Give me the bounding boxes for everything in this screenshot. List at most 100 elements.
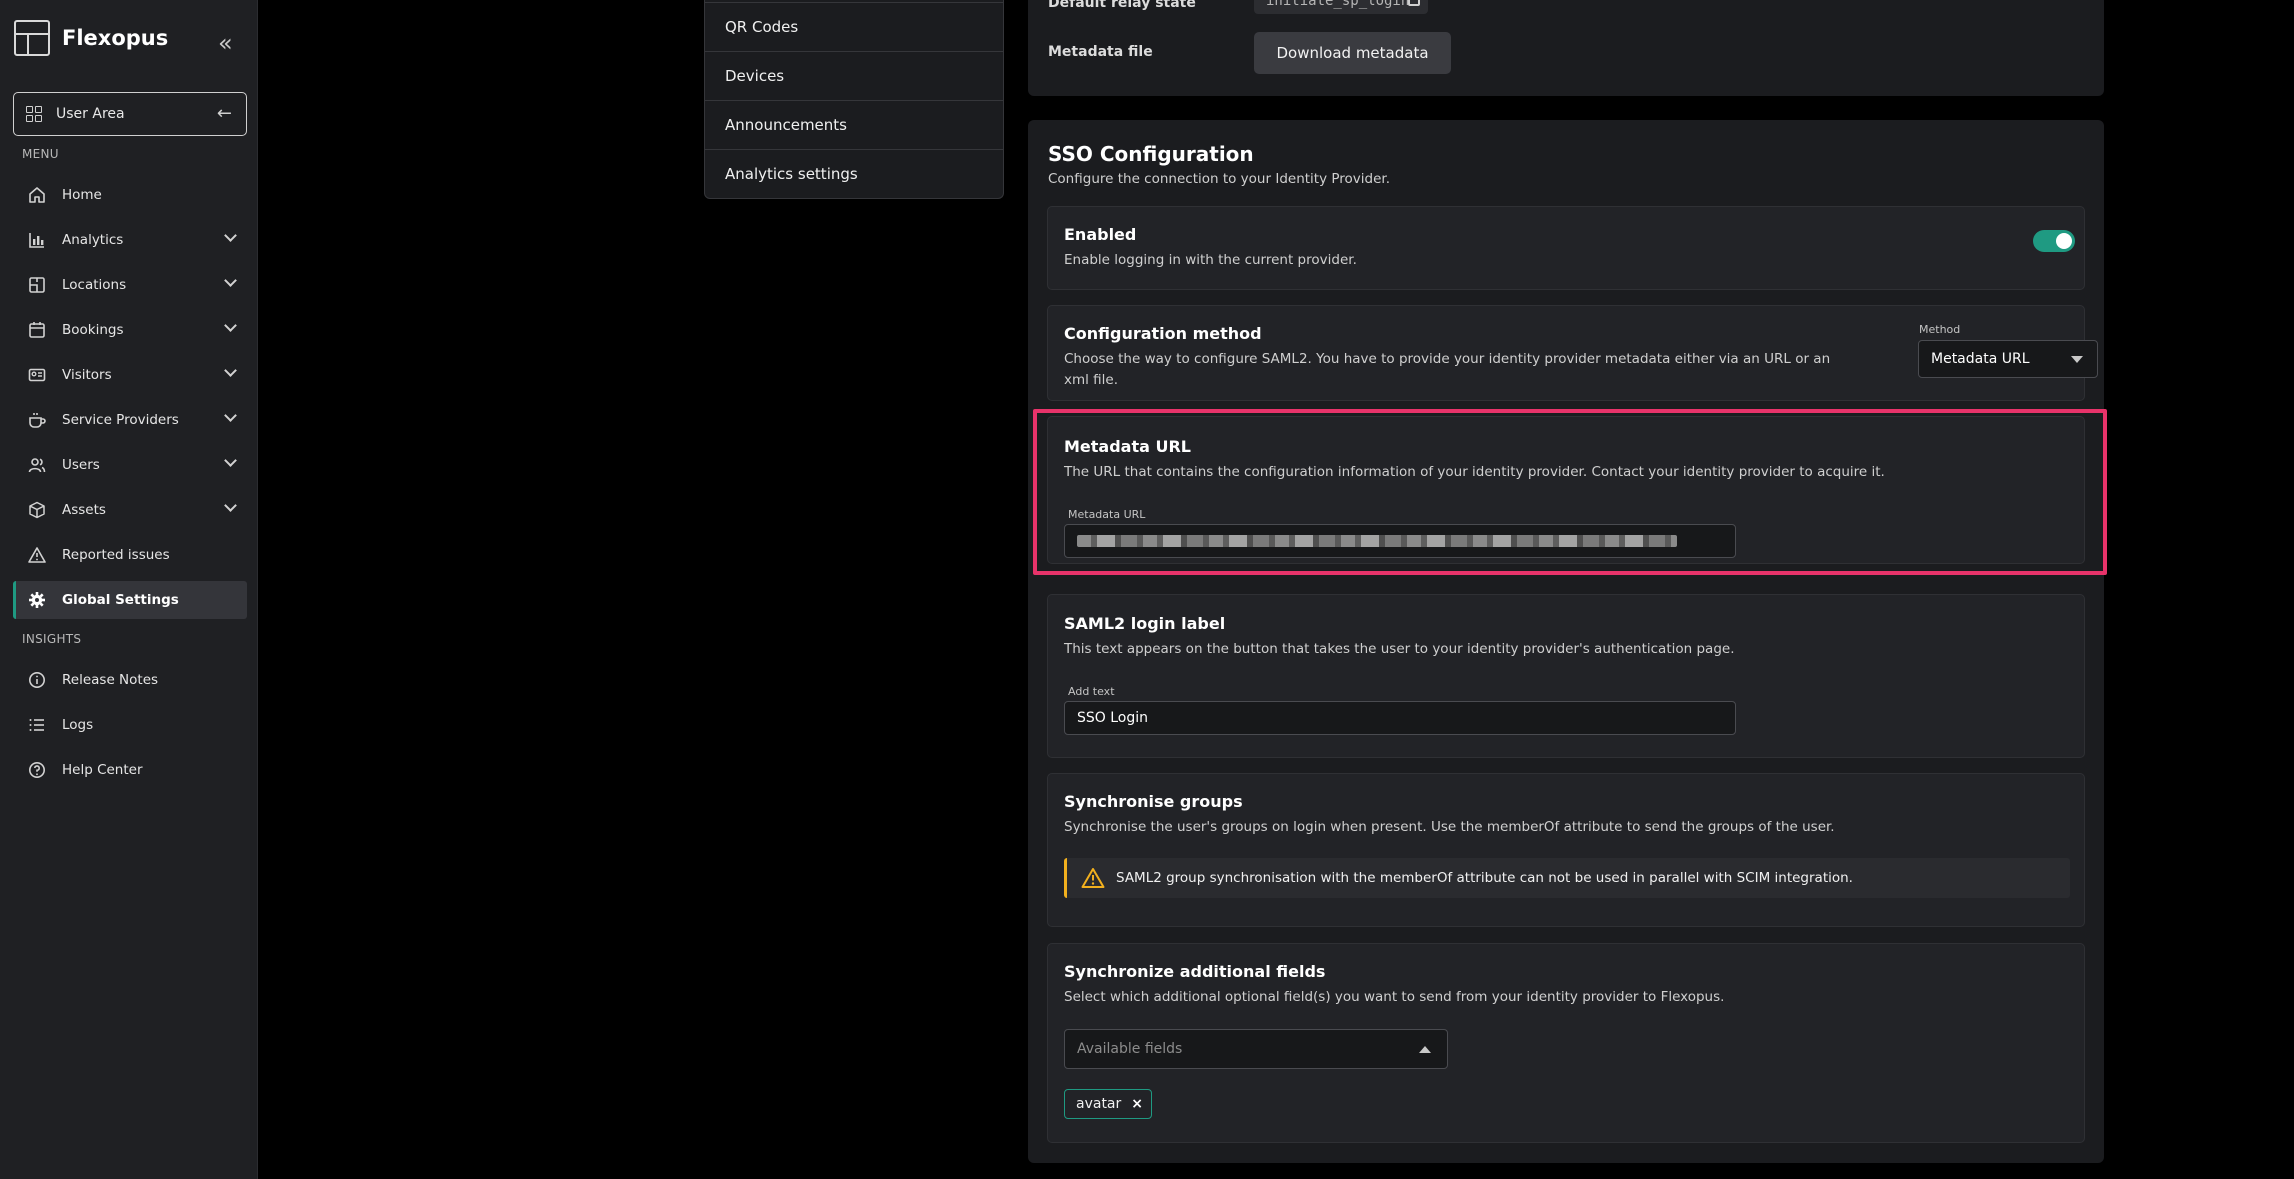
chip-remove-icon[interactable]: × [1131,1096,1143,1112]
enabled-title: Enabled [1064,225,1137,244]
sidebar-item-label: Analytics [62,232,124,248]
sidebar-item-bookings[interactable]: Bookings [13,311,247,349]
chevron-down-icon [224,454,237,467]
chevron-down-icon [224,409,237,422]
chevron-down-icon [224,229,237,242]
enabled-desc: Enable logging in with the current provi… [1064,252,1357,268]
synchronise-groups-desc: Synchronise the user's groups on login w… [1064,819,1835,835]
chevron-down-icon [224,499,237,512]
settings-submenu: QR Codes Devices Announcements Analytics… [704,0,1004,199]
configuration-method-card: Configuration method Choose the way to c… [1047,305,2098,401]
scim-warning-alert: SAML2 group synchronisation with the mem… [1064,858,2070,898]
toggle-knob [2056,233,2072,249]
sso-subtitle: Configure the connection to your Identit… [1048,171,1390,187]
user-area-label: User Area [56,106,125,122]
brand[interactable]: Flexopus [14,20,168,56]
bar-chart-icon [27,230,47,250]
sidebar-item-locations[interactable]: Locations [13,266,247,304]
gear-icon [27,590,47,610]
sidebar-item-help-center[interactable]: Help Center [13,751,247,789]
relay-state-text: initiate_sp_login [1266,0,1410,9]
chevron-down-icon [224,364,237,377]
sidebar-item-label: Global Settings [62,592,179,608]
box-icon [27,500,47,520]
coffee-icon [27,410,47,430]
arrow-left-icon: ← [216,103,232,124]
enabled-toggle[interactable] [2033,230,2075,252]
grid-icon [26,106,42,122]
brand-name: Flexopus [62,26,169,50]
saml2-login-label-title: SAML2 login label [1064,614,1226,633]
sidebar-item-label: Reported issues [62,547,170,563]
metadata-file-label: Metadata file [1048,44,1153,60]
sidebar-item-label: Logs [62,717,94,733]
synchronise-groups-title: Synchronise groups [1064,792,1243,811]
sidebar-item-release-notes[interactable]: Release Notes [13,661,247,699]
sidebar-item-service-providers[interactable]: Service Providers [13,401,247,439]
sidebar-item-logs[interactable]: Logs [13,706,247,744]
sidebar-item-reported-issues[interactable]: Reported issues [13,536,247,574]
calendar-icon [27,320,47,340]
configuration-method-desc: Choose the way to configure SAML2. You h… [1064,351,1831,388]
list-icon [27,715,47,735]
login-label-input[interactable]: SSO Login [1064,701,1736,735]
sp-metadata-panel: Default relay state initiate_sp_login Me… [1028,0,2104,96]
sidebar-item-assets[interactable]: Assets [13,491,247,529]
saml2-login-label-desc: This text appears on the button that tak… [1064,641,1735,657]
scim-warning-text: SAML2 group synchronisation with the mem… [1116,870,1853,886]
avatar-chip: avatar × [1064,1089,1153,1119]
sidebar-item-analytics[interactable]: Analytics [13,221,247,259]
method-select[interactable]: Metadata URL [1918,340,2098,378]
sidebar-item-label: Bookings [62,322,124,338]
user-area-button[interactable]: User Area ← [13,92,247,136]
caret-down-icon [2071,356,2083,363]
sidebar-item-label: Visitors [62,367,112,383]
map-icon [27,275,47,295]
chevron-down-icon [224,319,237,332]
submenu-item-devices[interactable]: Devices [705,51,1003,100]
caret-up-icon [1419,1046,1431,1053]
id-card-icon [27,365,47,385]
sidebar-item-global-settings[interactable]: Global Settings [13,581,247,619]
submenu-item-analytics-settings[interactable]: Analytics settings [705,149,1003,198]
submenu-item-qr-codes[interactable]: QR Codes [705,2,1003,51]
sidebar-item-visitors[interactable]: Visitors [13,356,247,394]
warning-triangle-icon [1081,868,1105,888]
sidebar-item-label: Locations [62,277,127,293]
sidebar-item-label: Service Providers [62,412,179,428]
add-text-label: Add text [1068,685,1115,698]
configuration-method-title: Configuration method [1064,324,1262,343]
help-icon [27,760,47,780]
info-icon [27,670,47,690]
relay-state-label: Default relay state [1048,0,1196,11]
warning-icon [27,545,47,565]
sidebar: Flexopus « User Area ← MENU Home Analyti… [0,0,258,1179]
sidebar-item-label: Help Center [62,762,143,778]
insights-section-label: INSIGHTS [22,632,82,646]
chevron-down-icon [224,274,237,287]
download-metadata-button[interactable]: Download metadata [1254,32,1451,74]
available-fields-select[interactable]: Available fields [1064,1029,1448,1069]
sso-title: SSO Configuration [1048,142,1254,166]
sidebar-item-home[interactable]: Home [13,176,247,214]
method-select-value: Metadata URL [1931,351,2030,367]
synchronize-additional-fields-card: Synchronize additional fields Select whi… [1047,943,2085,1143]
sso-configuration-panel: SSO Configuration Configure the connecti… [1028,120,2107,1163]
available-fields-placeholder: Available fields [1077,1041,1183,1057]
submenu-item-announcements[interactable]: Announcements [705,100,1003,149]
flexopus-logo-icon [14,20,50,56]
copy-icon[interactable] [1408,0,1420,6]
enabled-card: Enabled Enable logging in with the curre… [1047,206,2085,290]
sidebar-item-label: Assets [62,502,106,518]
highlight-box [1033,409,2107,575]
synchronize-fields-title: Synchronize additional fields [1064,962,1326,981]
avatar-chip-label: avatar [1076,1096,1122,1112]
home-icon [27,185,47,205]
method-select-label: Method [1919,323,1961,336]
collapse-sidebar-icon[interactable]: « [218,31,233,55]
sidebar-item-label: Users [62,457,100,473]
sidebar-item-users[interactable]: Users [13,446,247,484]
saml2-login-label-card: SAML2 login label This text appears on t… [1047,594,2085,758]
synchronise-groups-card: Synchronise groups Synchronise the user'… [1047,773,2085,927]
sidebar-item-label: Home [62,187,102,203]
